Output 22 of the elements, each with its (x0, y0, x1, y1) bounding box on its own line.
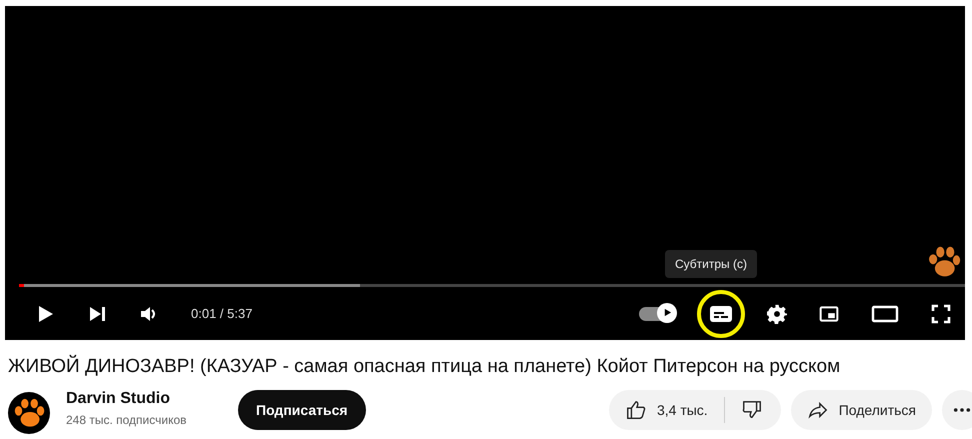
settings-icon[interactable] (767, 304, 787, 324)
like-button[interactable]: 3,4 тыс. (608, 390, 724, 430)
video-title: ЖИВОЙ ДИНОЗАВР! (КАЗУАР - самая опасная птица на планете) Койот Питерсон на русском (8, 356, 842, 378)
tooltip: Субтитры (с) (665, 250, 757, 278)
subscribe-button[interactable]: Подписаться (238, 390, 366, 430)
channel-avatar[interactable] (8, 392, 50, 434)
video-player[interactable]: Субтитры (с) 0:01 / 5:37 (5, 6, 965, 340)
theater-mode-icon[interactable] (871, 304, 899, 324)
share-arrow-icon (806, 399, 829, 421)
thumbs-up-icon (624, 399, 647, 421)
channel-name[interactable]: Darvin Studio (66, 390, 236, 408)
subscriber-count: 248 тыс. подписчиков (66, 413, 188, 427)
subtitles-button[interactable] (697, 290, 745, 338)
share-button[interactable]: Поделиться (790, 390, 932, 430)
play-icon (662, 308, 672, 317)
dislike-icon[interactable] (740, 399, 763, 421)
subtitles-icon (709, 304, 733, 322)
miniplayer-icon[interactable] (819, 304, 839, 324)
more-button[interactable] (942, 390, 972, 430)
time-display: 0:01 / 5:37 (191, 306, 252, 321)
more-icon (953, 407, 971, 413)
fullscreen-icon[interactable] (931, 304, 951, 324)
